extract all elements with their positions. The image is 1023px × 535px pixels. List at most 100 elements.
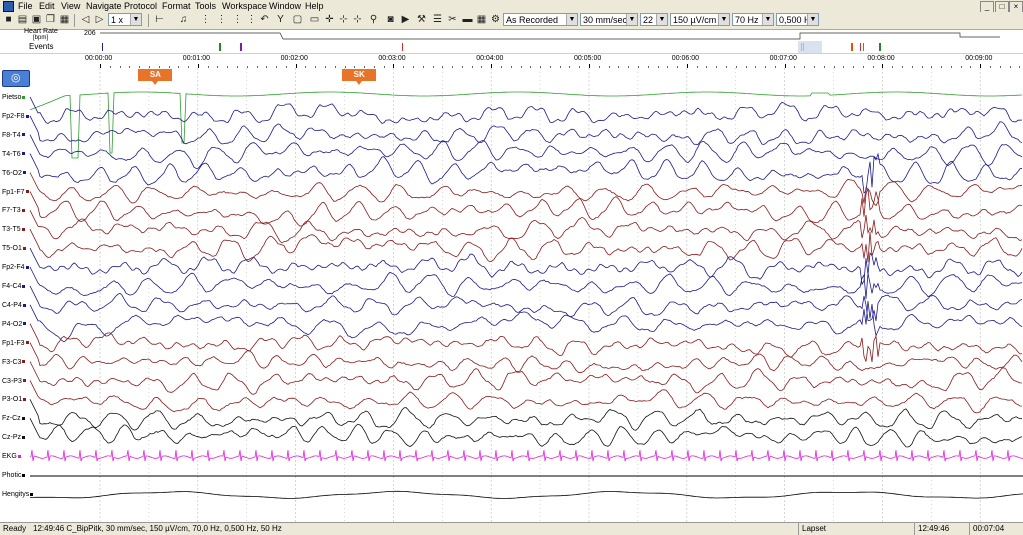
folder-icon[interactable]: ▬	[462, 14, 473, 26]
channel-label[interactable]: Pietso	[2, 94, 26, 102]
timeline-tick-label: 00:04:00	[476, 55, 504, 62]
channel-marker-icon	[22, 171, 26, 175]
channel-marker-icon	[17, 454, 21, 458]
channel-label[interactable]: T3-T5	[2, 226, 25, 234]
copy-icon[interactable]: ❐	[45, 14, 56, 26]
play-back-icon[interactable]: ◁	[80, 14, 91, 26]
channel-label[interactable]: Fz-Cz	[2, 415, 25, 423]
channel-label[interactable]: Fp2-F4	[2, 264, 29, 272]
event-mark[interactable]	[879, 43, 881, 51]
menu-file[interactable]: File	[18, 0, 33, 12]
channel-label[interactable]: Hengitys	[2, 491, 34, 499]
list-icon[interactable]: ☰	[432, 14, 443, 26]
undo-icon[interactable]: ↶	[259, 14, 270, 26]
filter-icon[interactable]: Y	[275, 14, 286, 26]
channel-label[interactable]: T4-T6	[2, 151, 25, 159]
menu-edit[interactable]: Edit	[39, 0, 55, 12]
tools-icon[interactable]: ⚒	[416, 14, 427, 26]
channel-name: Fp2-F8	[2, 112, 25, 120]
timeline-tick-label: 00:00:00	[85, 55, 113, 62]
menu-window[interactable]: Window	[269, 0, 301, 12]
channel-label[interactable]: F8-T4	[2, 132, 25, 140]
playback-speed-select[interactable]: 1 x ▼	[108, 13, 142, 26]
menu-view[interactable]: View	[61, 0, 80, 12]
event-mark[interactable]	[851, 43, 853, 51]
menu-format[interactable]: Format	[162, 0, 191, 12]
channel-name: Fp1-F7	[2, 188, 25, 196]
channel-label[interactable]: EKG	[2, 453, 21, 461]
menu-tools[interactable]: Tools	[195, 0, 216, 12]
music-note-icon[interactable]: ♫	[178, 14, 189, 26]
event-mark[interactable]	[401, 43, 404, 51]
video-icon[interactable]: ▶	[400, 14, 411, 26]
menu-navigate[interactable]: Navigate	[86, 0, 122, 12]
cursor-icon[interactable]: ⋮	[200, 14, 211, 26]
annotation-flag[interactable]: SK	[342, 69, 377, 81]
play-icon[interactable]: ▷	[94, 14, 105, 26]
channel-label[interactable]: T5-O1	[2, 245, 26, 253]
channel-icon[interactable]: ⋮	[246, 14, 257, 26]
channel-trace	[29, 399, 1023, 431]
app-icon[interactable]	[3, 1, 14, 12]
channel-label[interactable]: Fp1-F3	[2, 340, 29, 348]
channel-label[interactable]: F4-C4	[2, 283, 26, 291]
event-mark[interactable]	[219, 43, 221, 51]
eeg-plot[interactable]: ◎ Pietso Fp2-F8 F8-T4 T4-T6 T6-O2 Fp1-F7 F7-T3…	[0, 68, 1023, 522]
sensitivity-select[interactable]: 150 µV/cm ▼	[670, 13, 730, 26]
event-mark[interactable]	[240, 43, 242, 51]
status-info: 12:49:46 C_BipPitk, 30 mm/sec, 150 µV/cm…	[33, 524, 282, 533]
marker-icon[interactable]: ⋮	[216, 14, 227, 26]
clipboard-icon[interactable]: ▦	[59, 14, 70, 26]
channel-label[interactable]: C4-P4	[2, 302, 26, 310]
print-icon[interactable]: ▤	[17, 14, 28, 26]
timeline-tick-label: 00:09:00	[965, 55, 993, 62]
measure-icon[interactable]: ⊹	[338, 14, 349, 26]
channel-label[interactable]: T6-O2	[2, 170, 26, 178]
ruler-icon[interactable]: ⊢	[154, 14, 165, 26]
event-mark[interactable]	[101, 43, 104, 51]
channel-label[interactable]: Cz-Pz	[2, 434, 26, 442]
channel-count-select[interactable]: 22 ▼	[640, 13, 668, 26]
measure2-icon[interactable]: ⊹	[352, 14, 363, 26]
timeline-tick-label: 00:02:00	[280, 55, 308, 62]
event-mark[interactable]	[862, 43, 865, 51]
channel-label[interactable]: C3-P3	[2, 378, 26, 386]
channel-label[interactable]: F3-C3	[2, 359, 26, 367]
menu-protocol[interactable]: Protocol	[124, 0, 157, 12]
menu-workspace[interactable]: Workspace	[222, 0, 267, 12]
timeline-ruler[interactable]: 00:00:00 00:01:00 00:02:00 00:03:00 00:04:00…	[0, 54, 1023, 69]
camera-icon[interactable]: ◙	[385, 14, 396, 26]
heart-rate-value: 206	[84, 30, 96, 37]
menu-help[interactable]: Help	[305, 0, 324, 12]
grid-icon[interactable]: ▦	[476, 14, 487, 26]
rect-icon[interactable]: ▭	[309, 14, 320, 26]
select-icon[interactable]: ▢	[292, 14, 303, 26]
event-mark[interactable]	[859, 43, 862, 51]
status-mode: Lapset	[798, 523, 914, 535]
montage-settings-button[interactable]: ◎	[2, 70, 30, 87]
paper-speed-select[interactable]: 30 mm/sec ▼	[580, 13, 638, 26]
annotation-flag[interactable]: SA	[138, 69, 173, 81]
save-icon[interactable]: ■	[3, 14, 14, 26]
scissors-icon[interactable]: ✂	[447, 14, 458, 26]
channel-label[interactable]: Photic	[2, 472, 26, 480]
overview-window-indicator[interactable]	[798, 41, 822, 53]
channel-trace	[29, 418, 1023, 448]
export-icon[interactable]: ▣	[31, 14, 42, 26]
channel-label[interactable]: P3-O1	[2, 396, 27, 404]
low-filter-select[interactable]: 0,500 H ▼	[776, 13, 819, 26]
channel-trace	[29, 96, 1023, 124]
split-icon[interactable]: ⋮	[232, 14, 243, 26]
heart-rate-label: Heart Rate	[24, 28, 58, 35]
timeline-tick-label: 00:05:00	[574, 55, 602, 62]
zoom-icon[interactable]: ⚲	[368, 14, 379, 26]
high-filter-select[interactable]: 70 Hz ▼	[732, 13, 774, 26]
channel-label[interactable]: P4-O2	[2, 321, 27, 329]
montage-select[interactable]: As Recorded ▼	[503, 13, 578, 26]
channel-label[interactable]: Fp2-F8	[2, 113, 29, 121]
channel-label[interactable]: F7-T3	[2, 207, 25, 215]
channel-label[interactable]: Fp1-F7	[2, 189, 29, 197]
settings-icon[interactable]: ⚙	[490, 14, 501, 26]
events-row[interactable]: Events	[0, 41, 1023, 53]
crosshair-icon[interactable]: ✛	[324, 14, 335, 26]
